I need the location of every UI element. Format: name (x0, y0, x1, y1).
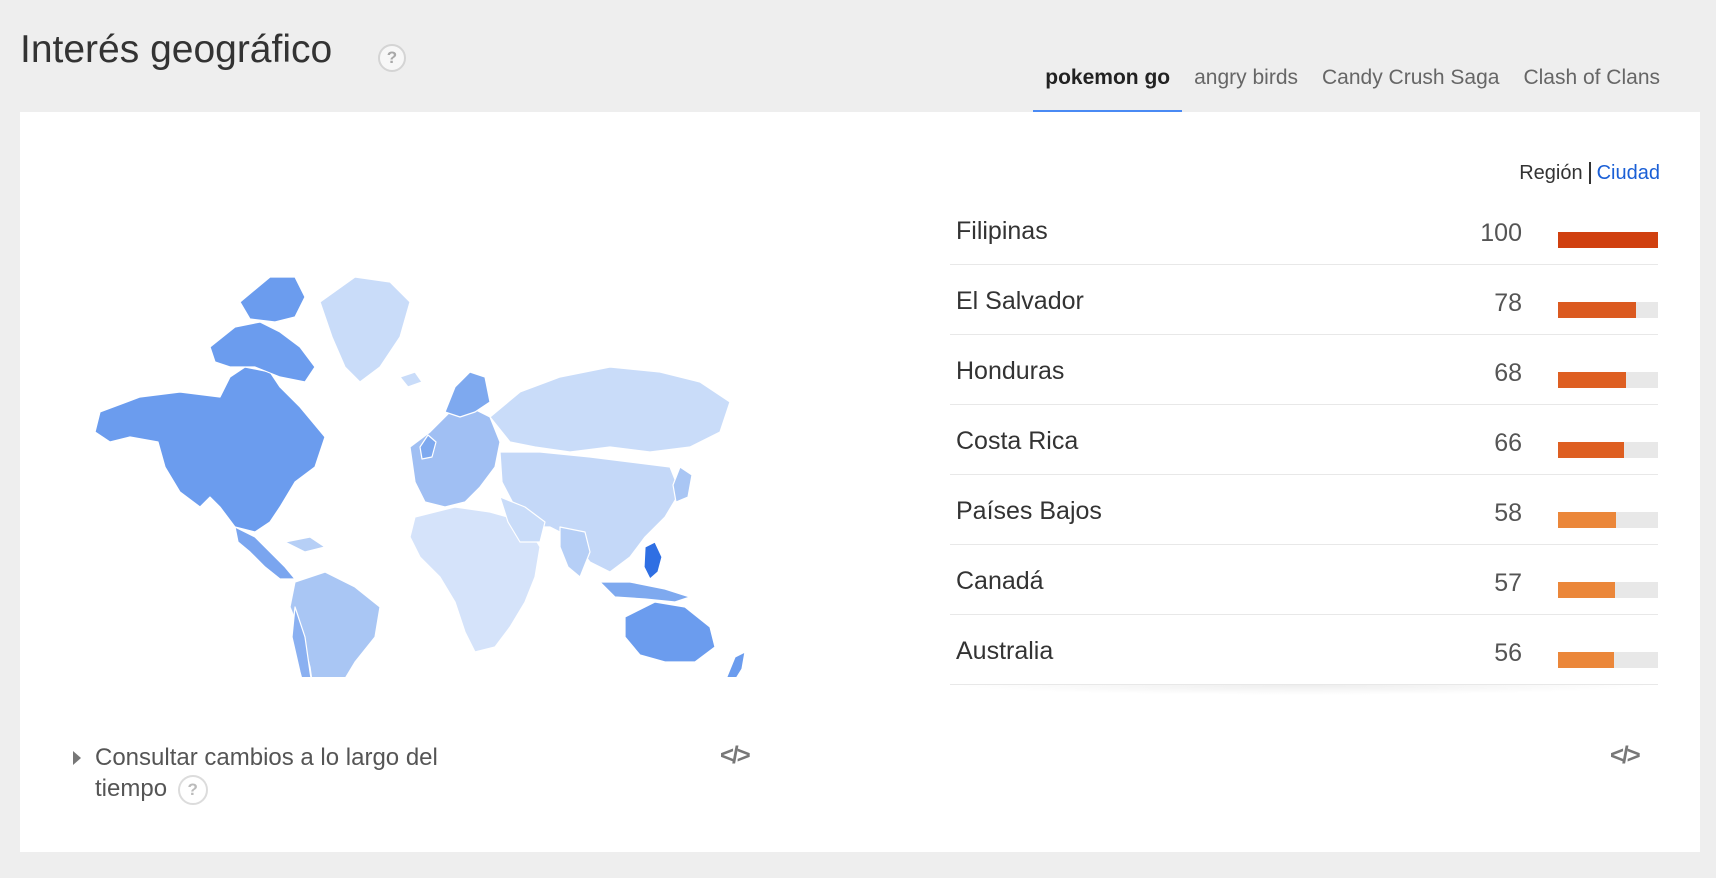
map-region-japan (672, 466, 693, 503)
ranking-list-shadow (950, 685, 1658, 695)
map-region-india (559, 526, 591, 578)
expand-triangle-icon[interactable] (73, 751, 81, 765)
ranking-row-name: Filipinas (956, 217, 1048, 245)
ranking-bar-fill (1558, 232, 1658, 248)
map-region-philippines (643, 541, 663, 580)
ranking-bar-fill (1558, 652, 1614, 668)
ranking-row[interactable]: Países Bajos 58 (950, 475, 1658, 545)
page-title: Interés geográfico (20, 28, 333, 71)
ranking-row-value: 56 (1494, 639, 1522, 667)
ranking-bar-fill (1558, 582, 1615, 598)
geo-interest-panel: Consultar cambios a lo largo del tiempo … (20, 112, 1700, 852)
expander-label: Consultar cambios a lo largo del tiempo (95, 744, 438, 802)
term-tabs: pokemon go angry birds Candy Crush Saga … (1033, 60, 1672, 114)
ranking-bar-fill (1558, 372, 1626, 388)
ranking-row-value: 57 (1494, 569, 1522, 597)
ranking-bar-track (1558, 512, 1658, 528)
tab-angry-birds[interactable]: angry birds (1182, 60, 1310, 114)
tab-clash-of-clans[interactable]: Clash of Clans (1511, 60, 1672, 114)
ranking-bar-track (1558, 652, 1658, 668)
ranking-bar-track (1558, 582, 1658, 598)
ranking-row-value: 68 (1494, 359, 1522, 387)
ranking-list: Filipinas 100 El Salvador 78 Honduras 68 Costa… (950, 195, 1658, 695)
ranking-row[interactable]: Costa Rica 66 (950, 405, 1658, 475)
title-help-icon[interactable]: ? (378, 44, 406, 72)
ranking-row-value: 78 (1494, 289, 1522, 317)
ranking-row-name: Costa Rica (956, 427, 1079, 455)
ranking-bar-track (1558, 442, 1658, 458)
expander-help-icon[interactable]: ? (177, 774, 208, 805)
map-region-indonesia (599, 581, 691, 603)
ranking-bar-fill (1558, 442, 1624, 458)
region-option[interactable]: Región (1519, 162, 1591, 184)
world-map[interactable] (70, 207, 790, 677)
ranking-bar-track (1558, 302, 1658, 318)
ranking-bar-fill (1558, 512, 1616, 528)
ranking-bar-track (1558, 232, 1658, 248)
ranking-row-value: 100 (1480, 219, 1522, 247)
ranking-row-name: Canadá (956, 567, 1044, 595)
ranking-row[interactable]: Australia 56 (950, 615, 1658, 685)
ranking-row[interactable]: El Salvador 78 (950, 265, 1658, 335)
map-region-central-america (234, 526, 296, 580)
map-region-iceland (399, 371, 423, 388)
map-region-new-zealand (726, 651, 746, 677)
ranking-row-value: 58 (1494, 499, 1522, 527)
ranking-row[interactable]: Filipinas 100 (950, 195, 1658, 265)
map-embed-code-icon[interactable]: </> (720, 742, 751, 770)
ranking-row-name: El Salvador (956, 287, 1084, 315)
map-region-scandinavia (444, 371, 491, 418)
ranking-bar-track (1558, 372, 1658, 388)
map-region-caribbean (284, 536, 326, 553)
ranking-row[interactable]: Honduras 68 (950, 335, 1658, 405)
city-option[interactable]: Ciudad (1591, 162, 1660, 184)
ranking-embed-code-icon[interactable]: </> (1610, 742, 1641, 770)
ranking-row-name: Países Bajos (956, 497, 1102, 525)
ranking-row[interactable]: Canadá 57 (950, 545, 1658, 615)
ranking-row-name: Honduras (956, 357, 1065, 385)
tab-candy-crush-saga[interactable]: Candy Crush Saga (1310, 60, 1511, 114)
map-region-australia (624, 601, 716, 663)
map-region-greenland (319, 276, 411, 383)
map-region-north-america (94, 366, 326, 533)
map-region-arctic-islands (239, 276, 306, 323)
changes-over-time-expander[interactable]: Consultar cambios a lo largo del tiempo … (73, 742, 455, 805)
ranking-row-value: 66 (1494, 429, 1522, 457)
tab-pokemon-go[interactable]: pokemon go (1033, 60, 1182, 114)
ranking-bar-fill (1558, 302, 1636, 318)
ranking-row-name: Australia (956, 637, 1054, 665)
map-region-russia (489, 366, 731, 453)
region-city-switch: Región Ciudad (1519, 162, 1660, 185)
